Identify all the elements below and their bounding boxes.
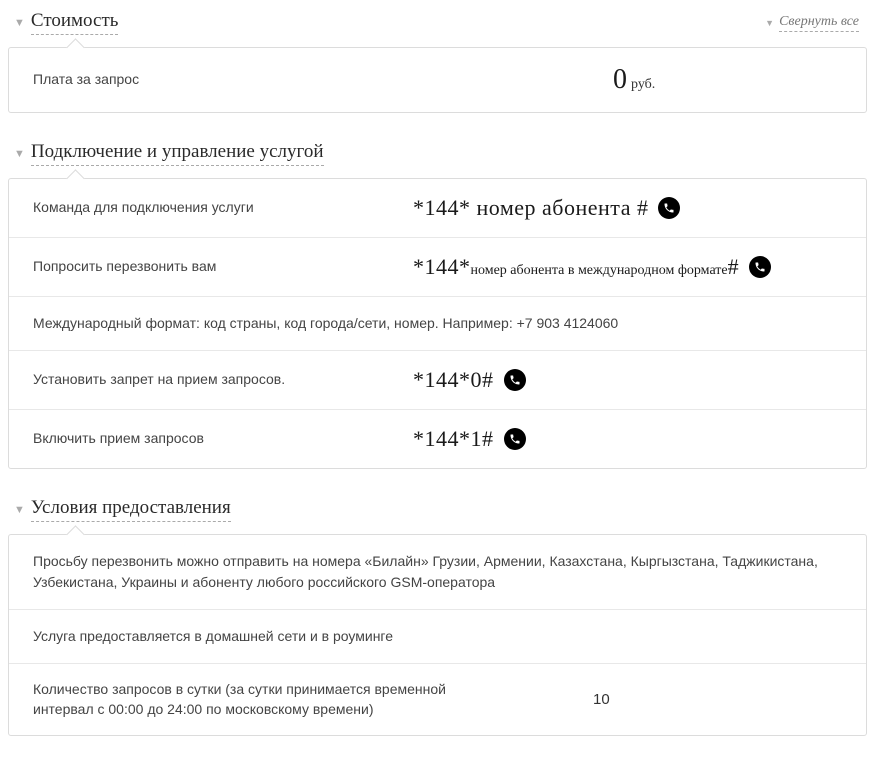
enable-label: Включить прием запросов — [33, 429, 413, 449]
phone-icon[interactable] — [504, 428, 526, 450]
section-heading-cost[interactable]: ▼ Стоимость — [14, 10, 118, 35]
fee-value-cell: 0 руб. — [413, 64, 842, 96]
chevron-down-icon: ▼ — [14, 504, 25, 516]
ussd-code-part: *144* — [413, 254, 471, 279]
chevron-down-icon: ▼ — [14, 17, 25, 29]
phone-icon[interactable] — [504, 369, 526, 391]
format-text: Международный формат: код страны, код го… — [33, 313, 842, 334]
row-fee: Плата за запрос 0 руб. — [9, 48, 866, 112]
enable-value: *144*1# — [413, 426, 842, 452]
panel-manage: Команда для подключения услуги *144*номе… — [8, 178, 867, 469]
ussd-code-part: *144* — [413, 195, 471, 221]
roaming-text: Услуга предоставляется в домашней сети и… — [33, 626, 842, 647]
ussd-code: *144*0# — [413, 367, 494, 393]
panel-terms: Просьбу перезвонить можно отправить на н… — [8, 534, 867, 736]
section-heading-manage[interactable]: ▼ Подключение и управление услугой — [14, 141, 324, 166]
section-title: Стоимость — [31, 10, 119, 35]
limit-label: Количество запросов в сутки (за сутки пр… — [33, 680, 513, 719]
row-roaming: Услуга предоставляется в домашней сети и… — [9, 610, 866, 664]
collapse-all-link[interactable]: ▼ Свернуть все — [765, 14, 859, 32]
ussd-code-part: # — [728, 254, 740, 279]
row-countries: Просьбу перезвонить можно отправить на н… — [9, 535, 866, 610]
section-heading-terms[interactable]: ▼ Условия предоставления — [14, 497, 231, 522]
chevron-down-icon: ▼ — [765, 18, 774, 28]
fee-label: Плата за запрос — [33, 70, 413, 90]
callback-value: *144*номер абонента в международном форм… — [413, 254, 842, 280]
connect-cmd-value: *144*номер абонента# — [413, 195, 842, 221]
block-label: Установить запрет на прием запросов. — [33, 370, 413, 390]
fee-unit: руб. — [631, 77, 655, 93]
limit-value: 10 — [593, 691, 610, 708]
ussd-code: *144*1# — [413, 426, 494, 452]
countries-text: Просьбу перезвонить можно отправить на н… — [33, 551, 842, 593]
fee-value: 0 — [613, 64, 627, 96]
block-value: *144*0# — [413, 367, 842, 393]
panel-cost: Плата за запрос 0 руб. — [8, 47, 867, 113]
callback-label: Попросить перезвонить вам — [33, 257, 413, 277]
row-block: Установить запрет на прием запросов. *14… — [9, 351, 866, 410]
phone-icon[interactable] — [658, 197, 680, 219]
row-enable: Включить прием запросов *144*1# — [9, 410, 866, 468]
connect-cmd-label: Команда для подключения услуги — [33, 198, 413, 218]
section-title: Подключение и управление услугой — [31, 141, 324, 166]
section-title: Условия предоставления — [31, 497, 231, 522]
chevron-down-icon: ▼ — [14, 148, 25, 160]
ussd-code-part: # — [637, 195, 649, 221]
ussd-code-part: номер абонента — [477, 195, 631, 221]
phone-icon[interactable] — [749, 256, 771, 278]
ussd-code-part: номер абонента в международном формате — [471, 263, 728, 278]
collapse-all-label: Свернуть все — [779, 14, 859, 32]
row-callback: Попросить перезвонить вам *144*номер або… — [9, 238, 866, 297]
row-format-info: Международный формат: код страны, код го… — [9, 297, 866, 351]
limit-value-cell: 10 — [513, 691, 842, 708]
row-connect-cmd: Команда для подключения услуги *144*номе… — [9, 179, 866, 238]
